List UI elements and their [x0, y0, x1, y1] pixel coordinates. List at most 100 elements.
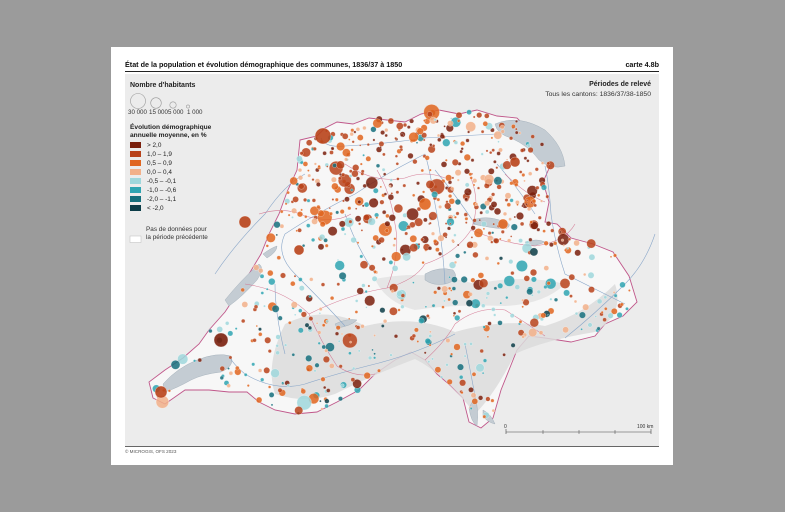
commune-circle [457, 309, 462, 313]
scale-label-end: 100 km [637, 424, 654, 430]
commune-circle [541, 184, 547, 191]
commune-circle [472, 251, 479, 258]
commune-circle [300, 388, 306, 394]
commune-circle [342, 133, 349, 140]
commune-circle [357, 134, 364, 141]
commune-circle [279, 224, 285, 229]
commune-circle [359, 260, 369, 269]
commune-circle [319, 234, 326, 241]
commune-circle [535, 185, 540, 190]
commune-circle [365, 306, 368, 309]
commune-circle [514, 130, 519, 135]
commune-circle [564, 248, 567, 252]
commune-circle [503, 275, 515, 287]
city-circle [293, 244, 305, 256]
commune-circle [291, 207, 297, 214]
commune-circle [531, 294, 534, 297]
commune-circle [496, 261, 500, 265]
commune-circle [355, 127, 361, 132]
legend-class-label: -2,0 – -1,1 [147, 195, 177, 203]
commune-circle [540, 199, 543, 203]
commune-circle [409, 118, 414, 124]
commune-circle [573, 239, 580, 247]
commune-circle [505, 296, 509, 300]
commune-circle [602, 317, 607, 322]
commune-circle [298, 183, 305, 190]
commune-circle [367, 284, 371, 288]
commune-circle [219, 375, 224, 380]
commune-circle [463, 354, 467, 358]
commune-circle [258, 268, 264, 274]
commune-circle [375, 163, 381, 168]
commune-circle [441, 305, 445, 309]
commune-circle [445, 363, 449, 367]
commune-circle [373, 356, 376, 360]
commune-circle [268, 278, 276, 286]
commune-circle [394, 154, 398, 158]
commune-circle [534, 167, 539, 172]
legend-swatch [130, 186, 141, 194]
commune-circle [326, 388, 331, 393]
commune-circle [506, 202, 511, 207]
commune-circle [347, 206, 352, 211]
commune-circle [567, 237, 571, 241]
legend-class-label: 0,0 – 0,4 [147, 168, 172, 176]
commune-circle [381, 167, 386, 172]
commune-circle [433, 239, 438, 244]
commune-circle [432, 144, 436, 148]
commune-circle [372, 118, 383, 129]
commune-circle [596, 326, 601, 331]
commune-circle [469, 407, 473, 410]
commune-circle [388, 260, 394, 265]
commune-circle [381, 256, 386, 262]
commune-circle [416, 340, 420, 343]
commune-circle [389, 178, 393, 182]
commune-circle [356, 241, 360, 244]
legend-swatch [130, 177, 141, 185]
commune-circle [484, 256, 490, 261]
commune-circle [331, 198, 335, 201]
commune-circle [355, 207, 358, 210]
map-title: État de la population et évolution démog… [125, 60, 403, 69]
commune-circle [442, 138, 451, 147]
commune-circle [487, 231, 492, 235]
commune-circle [433, 290, 438, 295]
commune-circle [495, 166, 499, 170]
commune-circle [464, 182, 470, 188]
commune-circle [518, 131, 522, 135]
commune-circle [479, 348, 484, 354]
commune-circle [454, 199, 461, 205]
commune-circle [355, 325, 361, 330]
commune-circle [431, 357, 434, 361]
commune-circle [493, 286, 498, 291]
commune-circle [322, 323, 326, 327]
legend-class-row: -2,0 – -1,1 [130, 195, 176, 203]
commune-circle [384, 133, 388, 138]
commune-circle [423, 217, 428, 223]
commune-circle [465, 221, 468, 224]
commune-circle [371, 244, 374, 248]
commune-circle [474, 202, 479, 207]
commune-circle [325, 319, 329, 324]
commune-circle [425, 180, 435, 189]
commune-circle [452, 314, 455, 317]
commune-circle [407, 152, 414, 159]
commune-circle [305, 355, 313, 362]
commune-circle [503, 211, 507, 216]
commune-circle [335, 210, 339, 215]
commune-circle [421, 261, 425, 265]
commune-circle [499, 302, 502, 305]
commune-circle [395, 162, 399, 166]
commune-circle [241, 301, 248, 308]
commune-circle [468, 292, 473, 297]
commune-circle [504, 192, 512, 199]
commune-circle [290, 301, 298, 309]
commune-circle [484, 200, 490, 207]
commune-circle [603, 295, 608, 300]
commune-circle [294, 406, 303, 415]
footer-divider [125, 446, 659, 447]
commune-circle [309, 277, 314, 282]
legend-class-row: > 2,0 [130, 141, 161, 149]
commune-circle [438, 251, 443, 256]
commune-circle [528, 171, 533, 176]
